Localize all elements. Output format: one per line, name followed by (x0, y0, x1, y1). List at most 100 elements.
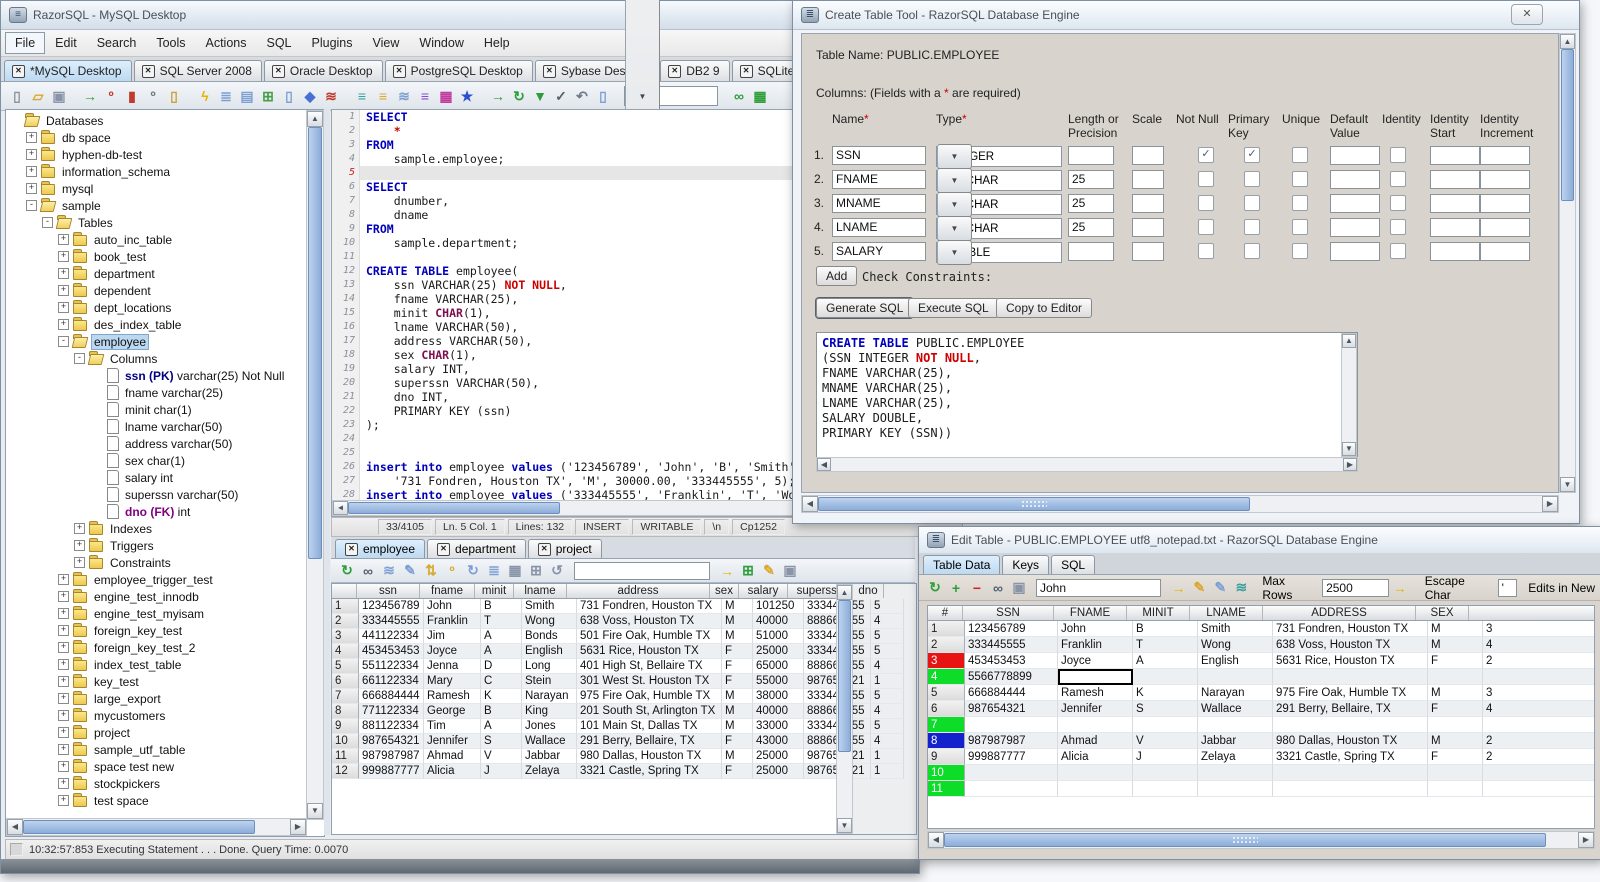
table-cell[interactable]: English (1198, 653, 1273, 669)
identity-start-input[interactable] (1430, 194, 1480, 213)
scale-input[interactable] (1132, 194, 1164, 213)
table-cell[interactable]: 987987987 (965, 733, 1058, 749)
table-cell[interactable]: A (1133, 653, 1198, 669)
table-row[interactable]: 10 987654321 Jennifer S Wallace 291 Berry, Be… (332, 734, 904, 749)
scale-input[interactable] (1132, 242, 1164, 261)
length-input[interactable] (1068, 146, 1114, 165)
table-cell[interactable]: J (1133, 749, 1198, 765)
tree-vscrollbar[interactable]: ▲ ▼ (306, 110, 324, 820)
unique-checkbox[interactable] (1292, 171, 1308, 187)
tree-item[interactable]: + engine_test_myisam (6, 605, 307, 622)
scroll-right-icon[interactable]: ▶ (1578, 832, 1594, 848)
tree-item[interactable]: +address varchar(50) (6, 435, 307, 452)
table-cell[interactable]: M (722, 689, 753, 704)
table-cell[interactable]: 2 (1483, 749, 1594, 765)
tree-item[interactable]: + key_test (6, 673, 307, 690)
menu-item-view[interactable]: View (363, 32, 410, 54)
execute-sql-button[interactable]: Execute SQL (908, 298, 999, 318)
table-cell[interactable]: M (722, 704, 753, 719)
tree-hscroll-thumb[interactable] (23, 820, 255, 834)
results-col-fname[interactable]: fname (420, 584, 475, 598)
tree-item[interactable]: + space test new (6, 758, 307, 775)
edit-col-FNAME[interactable]: FNAME (1054, 606, 1127, 620)
table-cell[interactable]: F (722, 764, 753, 779)
edit-col-MINIT[interactable]: MINIT (1127, 606, 1190, 620)
table-cell[interactable]: C (481, 674, 522, 689)
table-cell[interactable]: Wallace (1198, 701, 1273, 717)
view-icon[interactable]: ∞ (988, 578, 1008, 598)
table-cell[interactable]: 401 High St, Bellaire TX (577, 659, 722, 674)
tree-item[interactable]: +salary int (6, 469, 307, 486)
scroll-left-icon[interactable]: ◀ (333, 501, 348, 515)
scroll-up-icon[interactable]: ▲ (307, 111, 323, 127)
expander-icon[interactable]: + (58, 659, 69, 670)
scroll-up-icon[interactable]: ▲ (837, 585, 852, 600)
table-row[interactable]: 8 771122334 George B King 201 South St, Arlin… (332, 704, 904, 719)
table-cell[interactable]: Smith (1198, 621, 1273, 637)
connection-tab[interactable]: ✕ PostgreSQL Desktop (384, 60, 533, 81)
expander-icon[interactable]: + (74, 557, 85, 568)
table-cell[interactable]: George (424, 704, 481, 719)
column-name-input[interactable]: SALARY (832, 242, 926, 261)
table-cell[interactable]: D (481, 659, 522, 674)
table-cell[interactable]: 987654321 (359, 734, 424, 749)
chevron-down-icon[interactable]: ▼ (937, 192, 972, 217)
tree-item[interactable]: + large_export (6, 690, 307, 707)
expander-icon[interactable]: + (26, 166, 37, 177)
table-cell[interactable]: Jennifer (1058, 701, 1133, 717)
table-cell[interactable]: Franklin (424, 614, 481, 629)
scroll-down-icon[interactable]: ▼ (307, 803, 323, 819)
table-row[interactable]: 6 661122334 Mary C Stein 301 West St. Houston… (332, 674, 904, 689)
table-cell[interactable]: 501 Fire Oak, Humble TX (577, 629, 722, 644)
results-tab-project[interactable]: ✕ project (527, 539, 602, 558)
tree-item[interactable]: +ssn (PK) varchar(25) Not Null (6, 367, 307, 384)
primary-key-checkbox[interactable]: ✓ (1244, 147, 1260, 163)
table-cell[interactable]: S (1133, 701, 1198, 717)
table-row[interactable]: 10 (928, 765, 1594, 781)
scale-input[interactable] (1132, 146, 1164, 165)
edit-go-icon[interactable]: ✎ (1210, 578, 1230, 598)
table-cell[interactable]: Smith (522, 599, 577, 614)
expander-icon[interactable]: + (26, 149, 37, 160)
table-cell[interactable]: 661122334 (359, 674, 424, 689)
connection-tab[interactable]: ✕ Oracle Desktop (263, 60, 383, 81)
table-cell[interactable]: 301 West St. Houston TX (577, 674, 722, 689)
scroll-right-icon[interactable]: ▶ (1542, 496, 1558, 512)
scroll-left-icon[interactable]: ◀ (928, 832, 944, 848)
tree-editor-splitter[interactable] (324, 109, 330, 835)
table-cell[interactable]: 51000 (753, 629, 804, 644)
table-cell[interactable]: B (1133, 621, 1198, 637)
expander-icon[interactable]: + (58, 744, 69, 755)
table-cell[interactable]: 65000 (753, 659, 804, 674)
table-cell[interactable] (1428, 781, 1483, 797)
expander-icon[interactable]: - (58, 336, 69, 347)
table-row[interactable]: 1 123456789 John B Smith 731 Fondren, Houston… (928, 621, 1594, 637)
results-col-salary[interactable]: salary (739, 584, 788, 598)
close-tab-icon[interactable]: ✕ (542, 64, 556, 78)
table-cell[interactable]: 1 (871, 764, 904, 779)
validate-icon[interactable]: ✓ (551, 86, 571, 106)
create-titlebar[interactable]: ≣ Create Table Tool - RazorSQL Database … (793, 1, 1579, 30)
table-cell[interactable]: M (722, 614, 753, 629)
length-input[interactable]: 25 (1068, 218, 1114, 237)
max-rows-input[interactable]: 2500 (1322, 578, 1389, 597)
tree-item[interactable]: + information_schema (6, 163, 307, 180)
edit-hscrollbar[interactable]: ◀ ▶ (927, 831, 1595, 849)
identity-increment-input[interactable] (1480, 194, 1530, 213)
table-cell[interactable]: F (722, 644, 753, 659)
column-type-select[interactable]: VARCHAR▼ (936, 192, 1062, 217)
close-tab-icon[interactable]: ✕ (345, 542, 358, 556)
chevron-down-icon[interactable]: ▼ (937, 240, 972, 265)
table-cell[interactable]: 453453453 (965, 653, 1058, 669)
edit-titlebar[interactable]: ≣ Edit Table - PUBLIC.EMPLOYEE utf8_note… (919, 527, 1600, 554)
table-cell[interactable]: 25000 (753, 749, 804, 764)
table-cell[interactable]: Tim (424, 719, 481, 734)
table-cell[interactable]: 101 Main St, Dallas TX (577, 719, 722, 734)
table-cell[interactable]: 5 (871, 629, 904, 644)
go-icon[interactable]: → (488, 86, 508, 106)
table-cell[interactable] (1058, 717, 1133, 733)
table-cell[interactable]: M (722, 719, 753, 734)
table-cell[interactable]: 999887777 (359, 764, 424, 779)
expander-icon[interactable]: + (58, 778, 69, 789)
expander-icon[interactable]: + (58, 234, 69, 245)
